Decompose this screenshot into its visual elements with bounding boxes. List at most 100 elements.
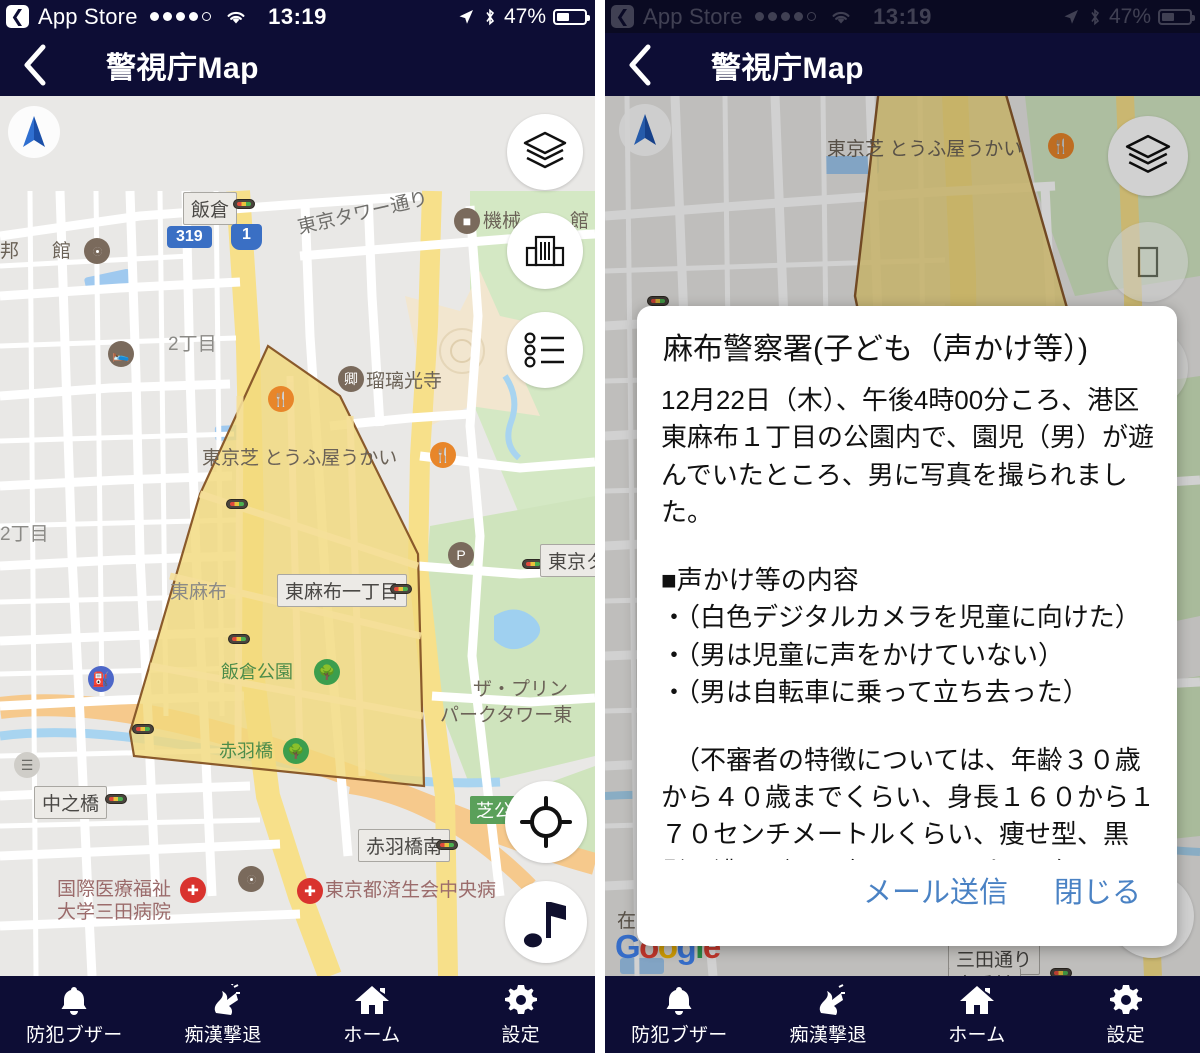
tab-home-right[interactable]: ホーム xyxy=(903,983,1052,1047)
building-button[interactable] xyxy=(507,213,583,289)
battery-percent-label-dimmed: 47% xyxy=(1108,4,1151,28)
navigation-arrow-icon xyxy=(23,116,45,147)
landmark-poi-icon xyxy=(238,866,264,892)
bell-icon xyxy=(663,983,695,1016)
parking-poi-icon: P xyxy=(448,542,474,568)
dialog-paragraph-2: ■声かけ等の内容 xyxy=(661,564,859,595)
nav-bar-right: 警視庁Map xyxy=(605,33,1200,96)
bell-icon xyxy=(58,983,90,1016)
dialog-paragraph-5: ・（男は自転車に乗って立ち去った） xyxy=(661,677,1089,708)
page-title-right: 警視庁Map xyxy=(711,51,864,85)
siren-megaphone-icon xyxy=(811,983,846,1016)
hotel-poi-icon: 🛌 xyxy=(108,341,134,367)
close-button[interactable]: 閉じる xyxy=(1054,869,1141,911)
gear-icon xyxy=(1109,983,1142,1016)
bluetooth-icon-dimmed xyxy=(1091,8,1100,25)
layers-icon xyxy=(523,131,567,169)
tab-bar-right: 防犯ブザー 痴漢撃退 ホーム 設定 xyxy=(605,976,1200,1053)
temple-poi-icon: 卿 xyxy=(338,366,364,392)
park-poi-icon-b: 🌳 xyxy=(283,738,309,764)
chevron-left-icon xyxy=(629,44,651,85)
map-graphics-left xyxy=(0,96,595,976)
tab-chikan-gekitai[interactable]: 痴漢撃退 xyxy=(149,983,298,1047)
screenshot-root: ❮ App Store 13:19 47% 警視庁Map 飯倉 319 1 東京… xyxy=(0,0,1200,1053)
status-bar: ❮ App Store 13:19 47% xyxy=(0,0,595,33)
gear-icon xyxy=(504,983,537,1016)
dialog-actions: メール送信 閉じる xyxy=(637,860,1177,946)
list-icon xyxy=(524,332,564,368)
battery-icon xyxy=(553,8,590,25)
tab-bouhan-buzzer[interactable]: 防犯ブザー xyxy=(0,983,149,1047)
traffic-signal-icon-c xyxy=(228,634,250,644)
siren-megaphone-icon xyxy=(206,983,241,1016)
page-title: 警視庁Map xyxy=(106,51,259,85)
traffic-signal-icon-f xyxy=(132,724,154,734)
map-canvas-left[interactable]: 飯倉 319 1 東京タワー通り ■ 機械 館 邦 館 2丁目 🛌 卿 瑠璃光寺… xyxy=(0,96,595,976)
locate-button[interactable] xyxy=(505,781,587,863)
nav-bar: 警視庁Map xyxy=(0,33,595,96)
mail-send-button[interactable]: メール送信 xyxy=(863,869,1008,911)
traffic-signal-icon-e xyxy=(390,584,412,594)
tab-label-home: ホーム xyxy=(343,1024,401,1046)
music-note-icon xyxy=(523,902,566,948)
route-shield-319: 319 xyxy=(167,226,212,248)
map-canvas-right[interactable]: 東京芝 とうふ屋うかい 🍴 Google 三田通り 麻布警察署(子ども（声かけ等… xyxy=(605,96,1200,976)
chevron-left-icon xyxy=(24,44,46,85)
back-button[interactable] xyxy=(0,33,70,96)
left-phone-screen: ❮ App Store 13:19 47% 警視庁Map 飯倉 319 1 東京… xyxy=(0,0,595,1053)
legend-button[interactable] xyxy=(507,312,583,388)
rail-poi-icon: ☰ xyxy=(14,752,40,778)
tab-label-settings: 設定 xyxy=(501,1024,540,1046)
tab-home[interactable]: ホーム xyxy=(298,983,447,1047)
right-phone-screen: ❮ App Store 13:19 47% 警視庁Map 東京芝 とうふ屋うかい… xyxy=(605,0,1200,1053)
tab-label-chikan-gekitai-right: 痴漢撃退 xyxy=(789,1024,867,1046)
building-icon xyxy=(525,235,565,267)
traffic-signal-icon-b xyxy=(226,499,248,509)
museum-poi-icon: ■ xyxy=(454,208,480,234)
traffic-signal-icon-g xyxy=(105,794,127,804)
tab-chikan-gekitai-right[interactable]: 痴漢撃退 xyxy=(754,983,903,1047)
dialog-paragraph-7: （不審者の特徴については、年齢３０歳から４０歳までくらい、身長１６０から１７０セ… xyxy=(661,744,1156,861)
panel-divider xyxy=(595,0,605,1053)
route-shield-1: 1 xyxy=(231,224,262,250)
tab-settings-right[interactable]: 設定 xyxy=(1051,983,1200,1047)
traffic-signal-icon-d xyxy=(522,559,544,569)
tab-settings[interactable]: 設定 xyxy=(446,983,595,1047)
tab-label-home-right: ホーム xyxy=(948,1024,1006,1046)
dialog-spacer-0 xyxy=(661,532,1155,562)
tab-label-bouhan-buzzer: 防犯ブザー xyxy=(26,1024,123,1046)
restaurant-poi-icon-b: 🍴 xyxy=(430,442,456,468)
tab-bar-left: 防犯ブザー 痴漢撃退 ホーム 設定 xyxy=(0,976,595,1053)
home-icon xyxy=(959,983,995,1016)
hospital-poi-icon-b: ✚ xyxy=(297,878,323,904)
home-icon xyxy=(354,983,390,1016)
dialog-title: 麻布警察署(子ども（声かけ等）) xyxy=(663,333,1088,366)
status-bar-dimmed: ❮ App Store 13:19 47% xyxy=(605,0,1200,33)
hospital-poi-icon-a: ✚ xyxy=(180,877,206,903)
status-bar-clock: 13:19 xyxy=(268,3,327,29)
dialog-paragraph-4: ・（男は児童に声をかけていない） xyxy=(661,639,1065,670)
embassy-poi-icon xyxy=(84,238,110,264)
siren-button[interactable] xyxy=(505,881,587,963)
battery-icon-dimmed xyxy=(1158,8,1195,25)
location-arrow-icon-dimmed xyxy=(1064,9,1078,24)
tab-label-bouhan-buzzer-right: 防犯ブザー xyxy=(631,1024,728,1046)
tab-bouhan-buzzer-right[interactable]: 防犯ブザー xyxy=(605,983,754,1047)
layers-button[interactable] xyxy=(507,114,583,190)
gas-station-poi-icon: ⛽ xyxy=(88,666,114,692)
traffic-signal-icon-h xyxy=(436,840,458,850)
status-bar-right-dimmed: 47% xyxy=(1061,5,1200,29)
dialog-paragraph-3: ・（白色デジタルカメラを児童に向けた） xyxy=(661,602,1141,633)
tab-label-chikan-gekitai: 痴漢撃退 xyxy=(184,1024,262,1046)
restaurant-poi-icon-a: 🍴 xyxy=(268,386,294,412)
alert-dialog: 麻布警察署(子ども（声かけ等）) 12月22日（木）、午後4時00分ころ、港区東… xyxy=(637,306,1177,946)
dialog-spacer-1 xyxy=(661,712,1155,742)
dialog-paragraph-0: 12月22日（木）、午後4時00分ころ、港区東麻布１丁目の公園内で、園児（男）が… xyxy=(661,385,1154,528)
park-poi-icon: 🌳 xyxy=(314,659,340,685)
tab-label-settings-right: 設定 xyxy=(1106,1024,1145,1046)
dialog-body: 12月22日（木）、午後4時00分ころ、港区東麻布１丁目の公園内で、園児（男）が… xyxy=(637,368,1177,860)
crosshair-icon xyxy=(520,796,572,848)
back-button-right[interactable] xyxy=(605,33,675,96)
compass-button[interactable] xyxy=(8,106,60,158)
traffic-signal-icon xyxy=(233,199,255,209)
